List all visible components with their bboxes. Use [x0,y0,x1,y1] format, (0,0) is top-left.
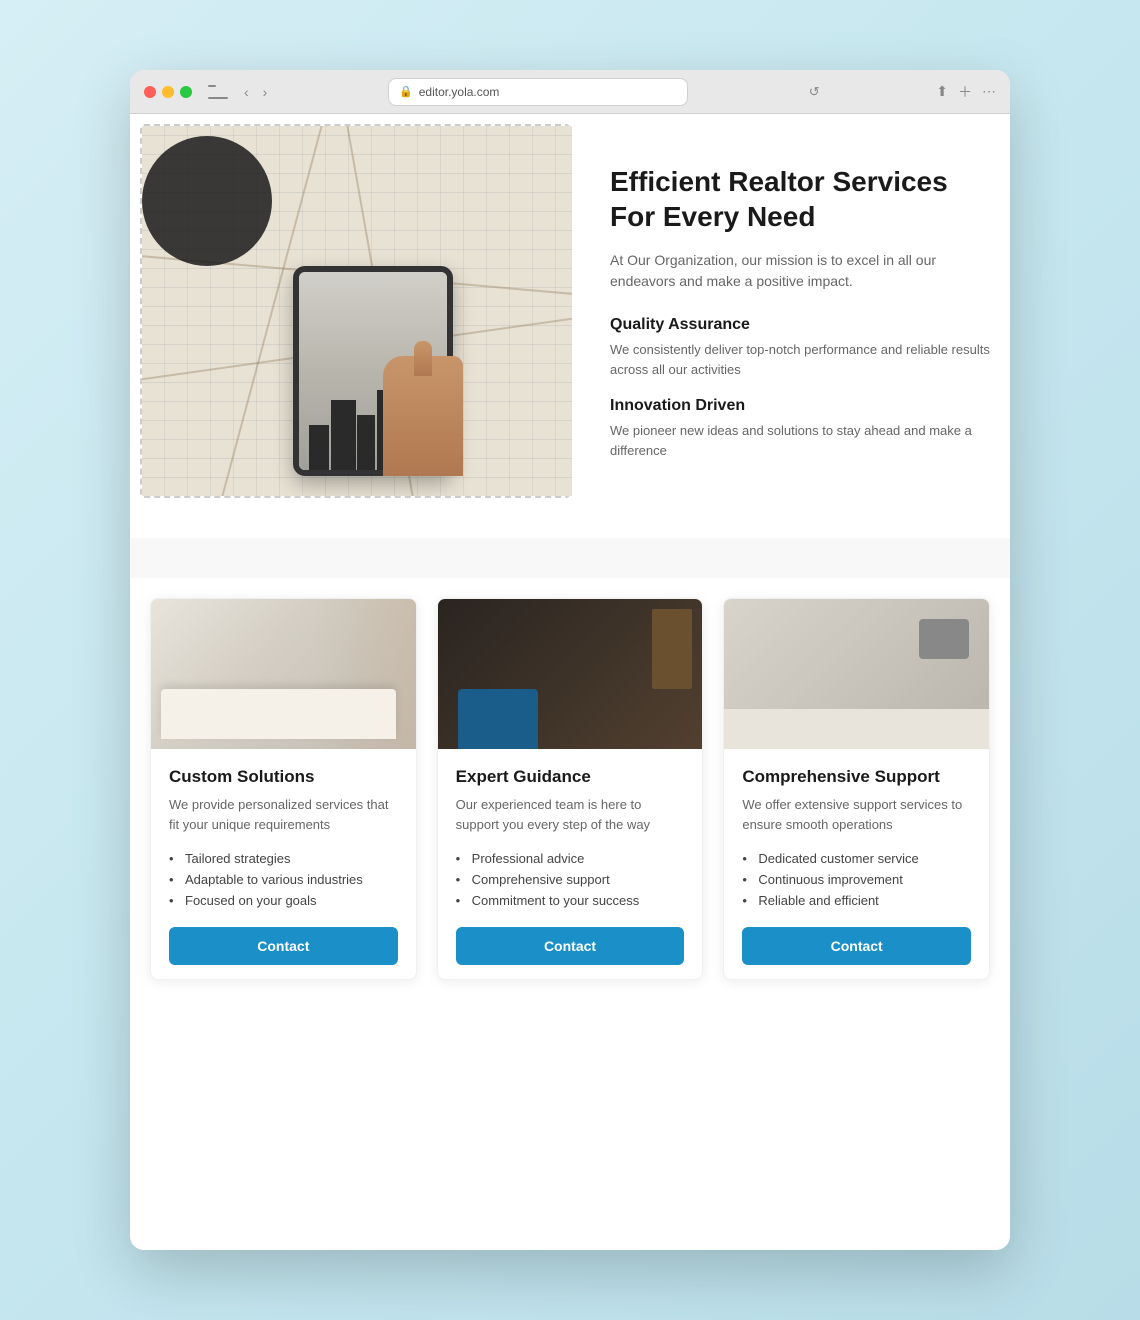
building-3 [357,415,375,470]
card-1-list: Tailored strategies Adaptable to various… [169,848,398,911]
card-1-image [151,599,416,749]
list-item: Comprehensive support [456,869,685,890]
card-2-title: Expert Guidance [456,767,685,787]
url-text: editor.yola.com [419,85,500,99]
card-3-contact-button[interactable]: Contact [742,927,971,965]
card-1-body: Custom Solutions We provide personalized… [151,749,416,979]
card-comprehensive-support: Comprehensive Support We offer extensive… [723,598,990,980]
browser-window: ‹ › 🔒 editor.yola.com ↺ ⬆ ＋ ⋯ [130,70,1010,1250]
feature-quality-title: Quality Assurance [610,316,990,334]
minimize-button[interactable] [162,86,174,98]
list-item: Commitment to your success [456,890,685,911]
new-tab-button[interactable]: ＋ [958,82,972,102]
hero-image-container [140,124,570,498]
card-3-title: Comprehensive Support [742,767,971,787]
card-expert-guidance: Expert Guidance Our experienced team is … [437,598,704,980]
list-item: Continuous improvement [742,869,971,890]
building-2 [331,400,356,470]
card-1-contact-button[interactable]: Contact [169,927,398,965]
feature-innovation-title: Innovation Driven [610,397,990,415]
card-2-image [438,599,703,749]
list-item: Reliable and efficient [742,890,971,911]
list-item: Dedicated customer service [742,848,971,869]
close-button[interactable] [144,86,156,98]
hat-decoration [142,136,272,266]
lock-icon: 🔒 [399,85,413,98]
fullscreen-button[interactable] [180,86,192,98]
forward-button[interactable]: › [259,82,272,102]
card-1-desc: We provide personalized services that fi… [169,795,398,834]
card-3-image [724,599,989,749]
toolbar-right: ⬆ ＋ ⋯ [936,82,996,102]
feature-innovation-desc: We pioneer new ideas and solutions to st… [610,421,990,460]
hero-image [142,126,572,496]
share-button[interactable]: ⬆ [936,83,948,100]
card-3-body: Comprehensive Support We offer extensive… [724,749,989,979]
feature-quality-assurance: Quality Assurance We consistently delive… [610,316,990,379]
back-button[interactable]: ‹ [240,82,253,102]
hero-title: Efficient Realtor Services For Every Nee… [610,164,990,234]
hand-shape [383,356,463,476]
list-item: Focused on your goals [169,890,398,911]
card-2-body: Expert Guidance Our experienced team is … [438,749,703,979]
address-bar[interactable]: 🔒 editor.yola.com [388,78,688,106]
card-3-desc: We offer extensive support services to e… [742,795,971,834]
list-item: Tailored strategies [169,848,398,869]
hand-finger [414,341,432,376]
list-item: Adaptable to various industries [169,869,398,890]
card-2-desc: Our experienced team is here to support … [456,795,685,834]
card-3-list: Dedicated customer service Continuous im… [742,848,971,911]
card-2-contact-button[interactable]: Contact [456,927,685,965]
browser-content: Efficient Realtor Services For Every Nee… [130,114,1010,1250]
section-divider [130,538,1010,578]
sidebar-toggle-button[interactable] [208,85,228,99]
hero-text: Efficient Realtor Services For Every Nee… [610,134,990,478]
menu-button[interactable]: ⋯ [982,83,996,100]
feature-innovation-driven: Innovation Driven We pioneer new ideas a… [610,397,990,460]
page-content: Efficient Realtor Services For Every Nee… [130,114,1010,1000]
feature-quality-desc: We consistently deliver top-notch perfor… [610,340,990,379]
hero-section: Efficient Realtor Services For Every Nee… [150,134,990,498]
reload-button[interactable]: ↺ [809,84,820,100]
browser-toolbar: ‹ › 🔒 editor.yola.com ↺ ⬆ ＋ ⋯ [130,70,1010,114]
list-item: Professional advice [456,848,685,869]
hero-subtitle: At Our Organization, our mission is to e… [610,250,990,292]
card-1-title: Custom Solutions [169,767,398,787]
card-custom-solutions: Custom Solutions We provide personalized… [150,598,417,980]
card-2-list: Professional advice Comprehensive suppor… [456,848,685,911]
cards-section: Custom Solutions We provide personalized… [150,598,990,980]
tablet-container [293,266,453,476]
building-1 [309,425,329,470]
traffic-lights [144,86,192,98]
